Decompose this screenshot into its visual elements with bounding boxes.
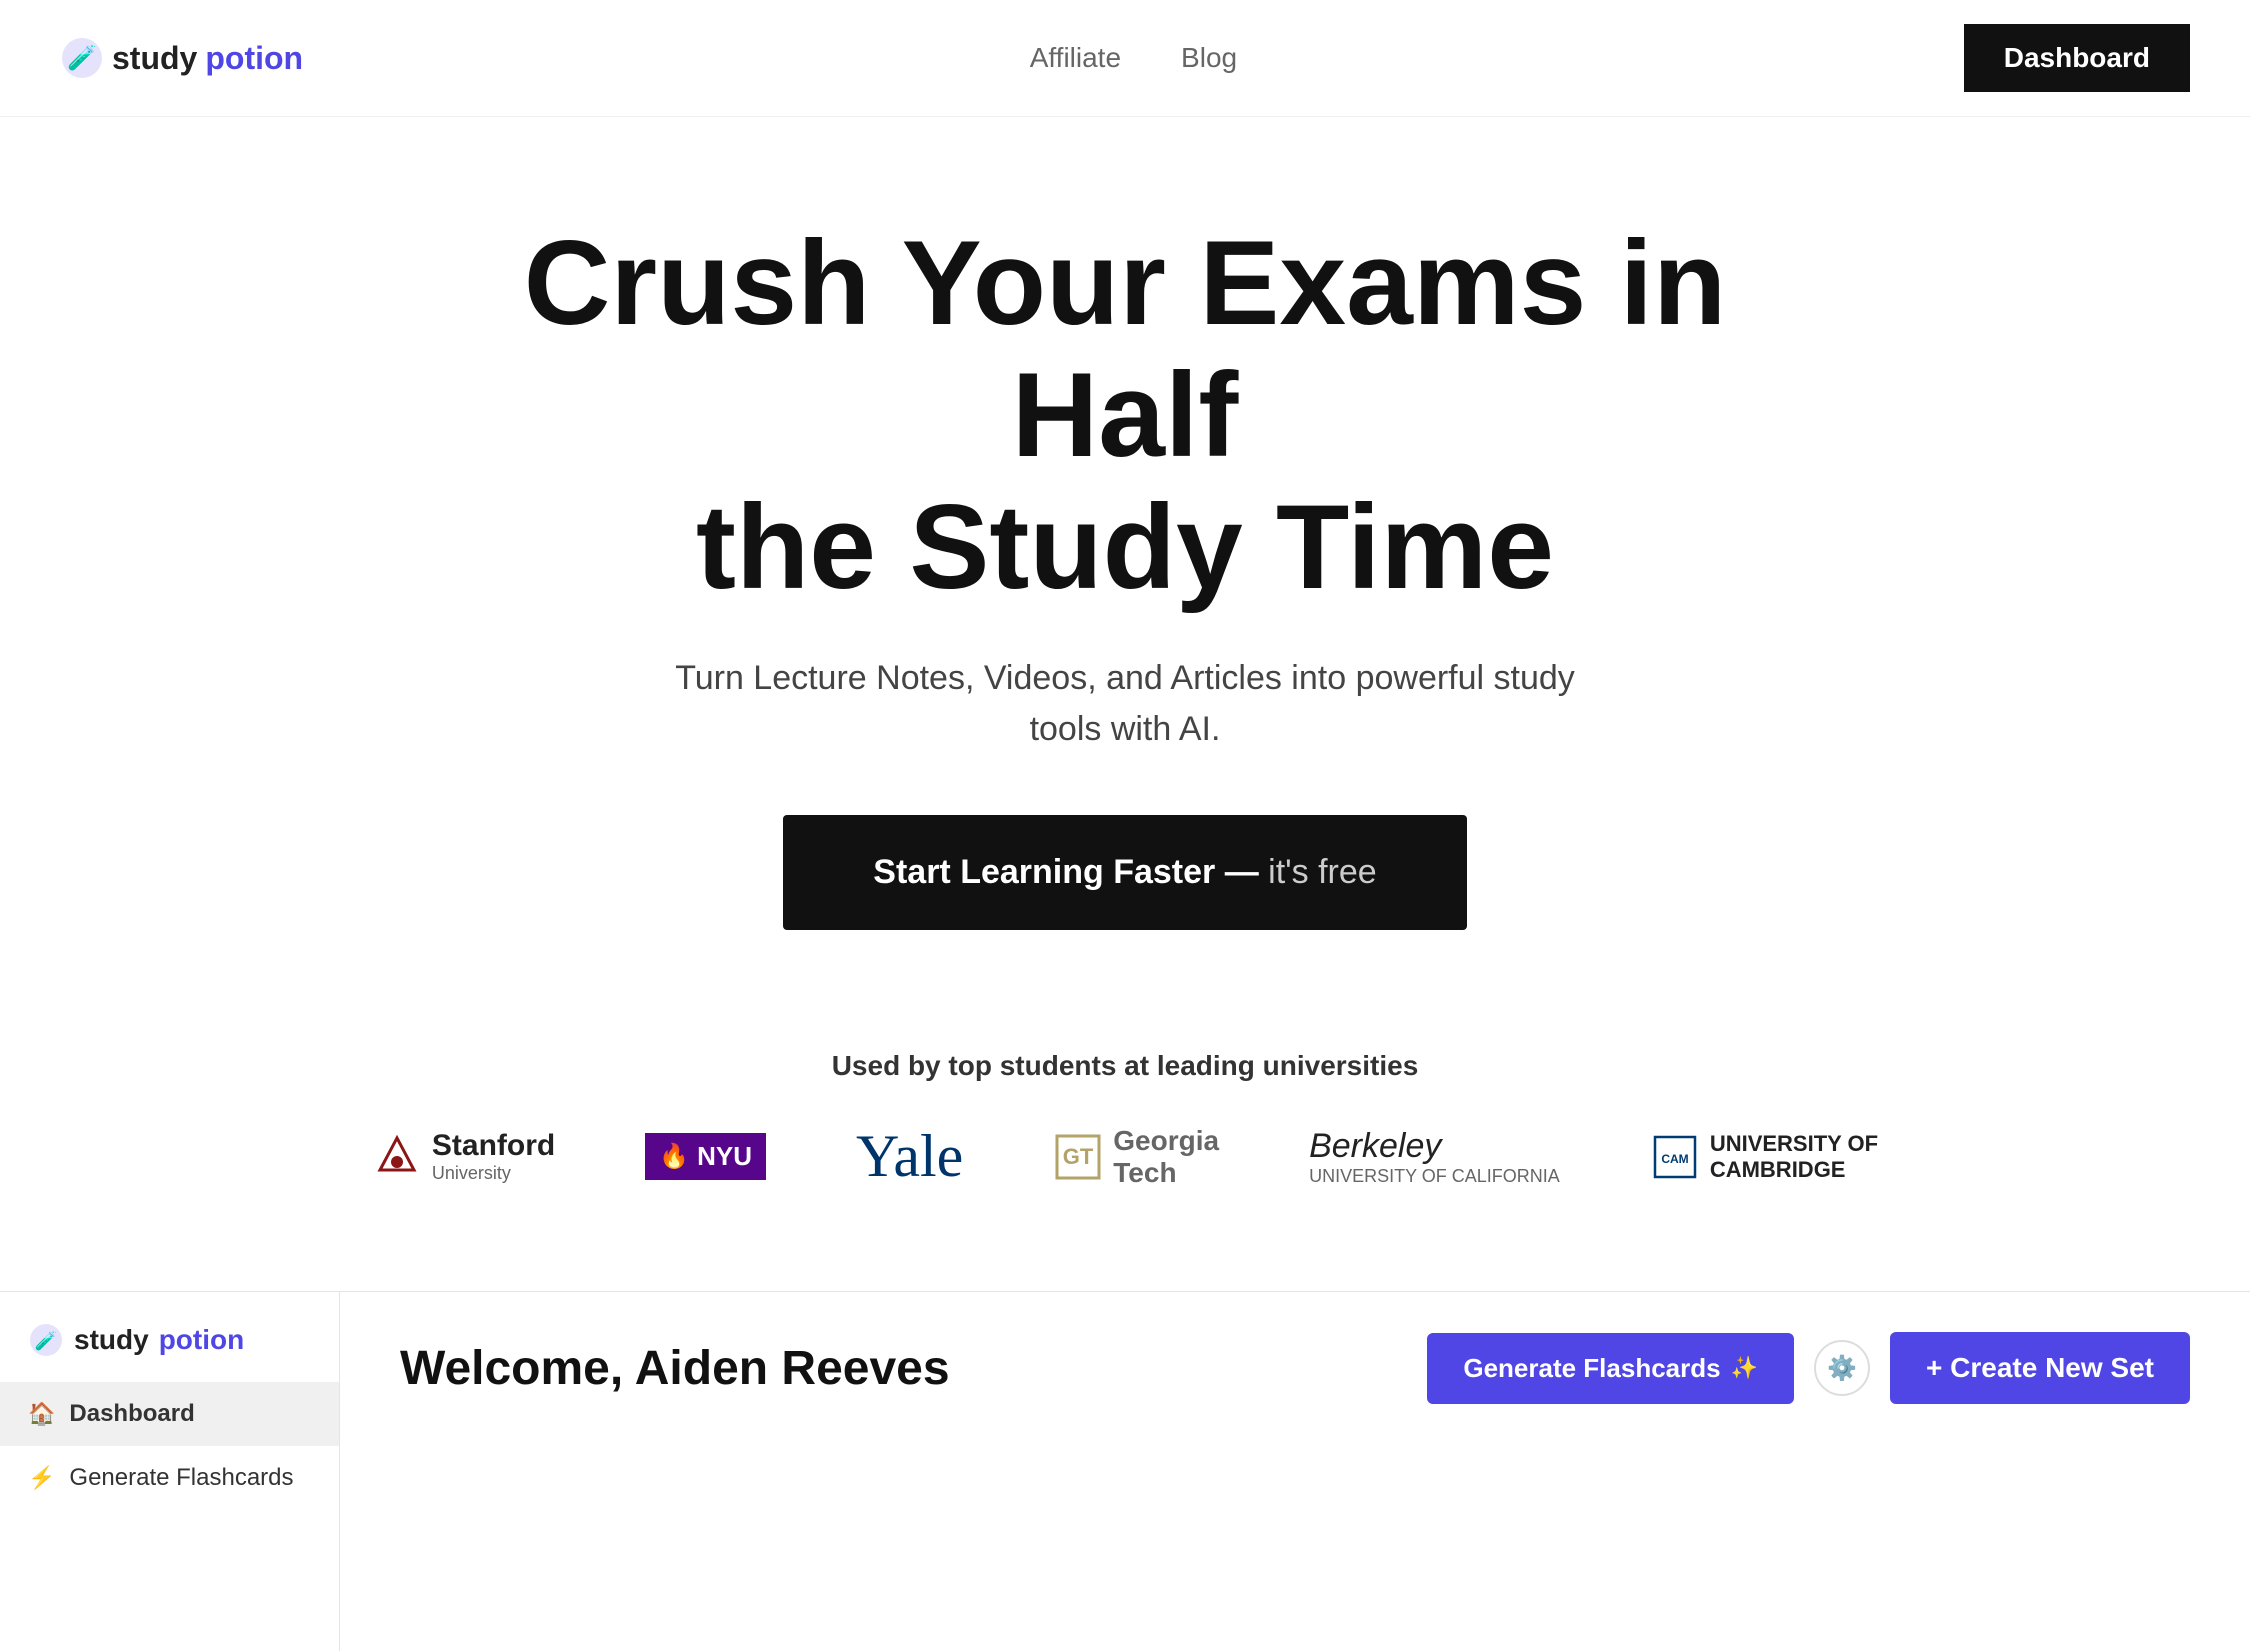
cta-bold-text: Start Learning Faster	[873, 853, 1215, 891]
sidebar-dashboard-label: Dashboard	[69, 1400, 194, 1428]
hero-cta-button[interactable]: Start Learning Faster — it's free	[783, 815, 1466, 930]
hero-title: Crush Your Exams in Half the Study Time	[425, 217, 1825, 613]
cambridge-icon: CAM	[1650, 1132, 1700, 1182]
app-preview: 🧪 study potion 🏠 Dashboard ⚡ Generate Fla…	[0, 1291, 2250, 1651]
cambridge-name: UNIVERSITY OF CAMBRIDGE	[1710, 1131, 1878, 1183]
sidebar-generate-label: Generate Flashcards	[69, 1464, 293, 1492]
app-main-content: Welcome, Aiden Reeves Generate Flashcard…	[340, 1292, 2250, 1651]
sidebar-item-dashboard[interactable]: 🏠 Dashboard	[0, 1382, 339, 1446]
nav-affiliate-link[interactable]: Affiliate	[1030, 42, 1121, 74]
sidebar-logo: 🧪 study potion	[0, 1322, 339, 1382]
svg-text:CAM: CAM	[1661, 1152, 1688, 1166]
yale-text: Yale	[856, 1122, 963, 1191]
nyu-box: 🔥 NYU	[645, 1133, 766, 1180]
cambridge-logo: CAM UNIVERSITY OF CAMBRIDGE	[1650, 1131, 1878, 1183]
logo-potion-text: potion	[205, 40, 303, 77]
university-logos: Stanford University 🔥 NYU Yale GT	[372, 1122, 1878, 1191]
gatech-logo: GT Georgia Tech	[1053, 1125, 1219, 1189]
berkeley-logo: Berkeley UNIVERSITY OF CALIFORNIA	[1309, 1127, 1560, 1187]
cta-free-text: it's free	[1268, 853, 1377, 891]
nyu-logo: 🔥 NYU	[645, 1133, 766, 1180]
settings-icon: ⚙️	[1827, 1354, 1857, 1383]
sidebar-logo-icon: 🧪	[28, 1322, 64, 1358]
site-logo[interactable]: 🧪 studypotion	[60, 36, 303, 80]
logo-icon: 🧪	[60, 36, 104, 80]
app-main-actions: Generate Flashcards ✨ ⚙️ + Create New Se…	[1427, 1332, 2190, 1404]
hero-title-line1: Crush Your Exams in Half	[524, 216, 1727, 482]
stanford-logo: Stanford University	[372, 1129, 555, 1184]
berkeley-name: Berkeley UNIVERSITY OF CALIFORNIA	[1309, 1127, 1560, 1187]
stanford-name: Stanford University	[432, 1129, 555, 1184]
sidebar-logo-study: study	[74, 1324, 149, 1356]
sidebar-item-generate-flashcards[interactable]: ⚡ Generate Flashcards	[0, 1446, 339, 1510]
generate-btn-label: Generate Flashcards	[1463, 1353, 1720, 1384]
settings-icon-button[interactable]: ⚙️	[1814, 1340, 1870, 1396]
nav-links: Affiliate Blog	[1030, 42, 1237, 74]
generate-btn-icon: ✨	[1731, 1355, 1758, 1381]
welcome-title: Welcome, Aiden Reeves	[400, 1341, 950, 1396]
universities-section: Used by top students at leading universi…	[0, 990, 2250, 1231]
stanford-icon	[372, 1132, 422, 1182]
app-main-header: Welcome, Aiden Reeves Generate Flashcard…	[400, 1332, 2190, 1404]
gatech-name: Georgia Tech	[1113, 1125, 1219, 1189]
hero-subtitle: Turn Lecture Notes, Videos, and Articles…	[675, 653, 1575, 755]
generate-flashcards-button[interactable]: Generate Flashcards ✨	[1427, 1333, 1794, 1404]
nav-blog-link[interactable]: Blog	[1181, 42, 1237, 74]
cta-separator: —	[1215, 853, 1268, 891]
nyu-text: NYU	[697, 1141, 752, 1172]
universities-label: Used by top students at leading universi…	[832, 1050, 1419, 1082]
hero-title-line2: the Study Time	[696, 480, 1554, 614]
yale-logo: Yale	[856, 1122, 963, 1191]
dashboard-button[interactable]: Dashboard	[1964, 24, 2190, 92]
gatech-icon: GT	[1053, 1132, 1103, 1182]
navbar: 🧪 studypotion Affiliate Blog Dashboard	[0, 0, 2250, 117]
flashcard-icon: ⚡	[28, 1465, 55, 1491]
svg-text:GT: GT	[1063, 1144, 1094, 1169]
home-icon: 🏠	[28, 1401, 55, 1427]
logo-study-text: study	[112, 40, 197, 77]
app-sidebar: 🧪 study potion 🏠 Dashboard ⚡ Generate Fla…	[0, 1292, 340, 1651]
create-new-set-button[interactable]: + Create New Set	[1890, 1332, 2190, 1404]
svg-text:🧪: 🧪	[35, 1331, 57, 1351]
svg-text:🧪: 🧪	[67, 45, 97, 72]
sidebar-logo-potion: potion	[159, 1324, 245, 1356]
hero-section: Crush Your Exams in Half the Study Time …	[0, 117, 2250, 990]
nyu-torch-icon: 🔥	[659, 1142, 689, 1171]
